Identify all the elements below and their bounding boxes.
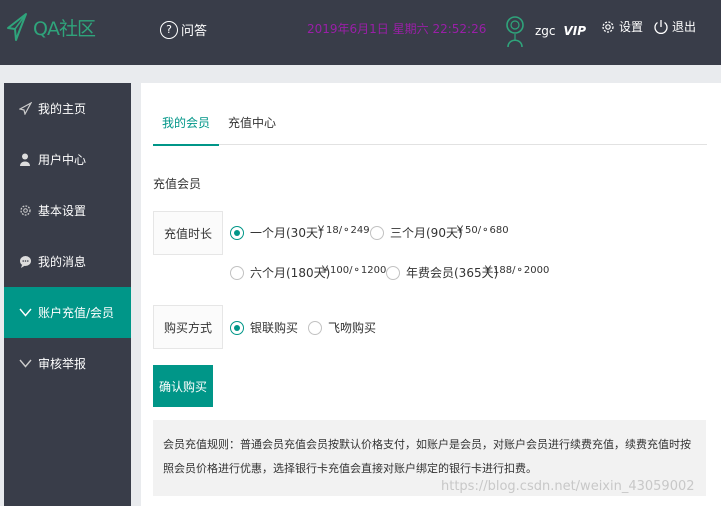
radio-unchecked-icon bbox=[386, 265, 400, 280]
chevron-down-icon bbox=[18, 306, 32, 320]
sidebar-item-messages[interactable]: 我的消息 bbox=[4, 236, 131, 287]
coin-icon: ⚬ bbox=[515, 265, 524, 276]
price-3-months: ￥50/⚬680 bbox=[455, 225, 509, 236]
radio-unchecked-icon bbox=[230, 265, 244, 280]
radio-duration-6-months[interactable]: 六个月(180天) bbox=[230, 264, 330, 281]
radio-label: 银联购买 bbox=[250, 321, 299, 335]
question-circle-icon: ? bbox=[160, 20, 178, 39]
user-icon bbox=[18, 153, 32, 167]
sidebar-item-review-report[interactable]: 审核举报 bbox=[4, 338, 131, 389]
sidebar-item-label: 基本设置 bbox=[38, 204, 87, 218]
price-1-month: ￥18/⚬249 bbox=[316, 225, 370, 236]
sidebar-item-user-center[interactable]: 用户中心 bbox=[4, 134, 131, 185]
site-logo[interactable]: QA社区 bbox=[6, 12, 96, 42]
tab-bar: 我的会员 充值中心 bbox=[153, 101, 707, 146]
radio-duration-1-month[interactable]: 一个月(30天) bbox=[230, 224, 323, 241]
sidebar-item-label: 账户充值/会员 bbox=[38, 306, 115, 320]
top-header: QA社区 ? 问答 2019年6月1日 星期六 22:52:26 zgc VIP… bbox=[0, 0, 721, 65]
duration-label: 充值时长 bbox=[153, 211, 223, 255]
username: zgc bbox=[535, 24, 556, 38]
radio-unchecked-icon bbox=[308, 320, 322, 335]
radio-pay-unionpay[interactable]: 银联购买 bbox=[230, 319, 298, 336]
send-icon bbox=[18, 102, 32, 116]
radio-checked-icon bbox=[230, 225, 244, 240]
price-annual: ￥188/⚬2000 bbox=[483, 265, 550, 276]
main-content: 我的会员 充值中心 充值会员 充值时长 一个月(30天) ￥18/⚬249 三个… bbox=[141, 83, 721, 506]
sidebar-item-label: 用户中心 bbox=[38, 153, 87, 167]
radio-duration-3-months[interactable]: 三个月(90天) bbox=[370, 224, 463, 241]
qa-nav-link[interactable]: ? 问答 bbox=[160, 20, 207, 39]
paper-plane-logo-icon bbox=[7, 13, 27, 41]
radio-checked-icon bbox=[230, 320, 244, 335]
section-title: 充值会员 bbox=[153, 177, 202, 191]
sidebar-item-recharge[interactable]: 账户充值/会员 bbox=[4, 287, 131, 338]
radio-label: 六个月(180天) bbox=[250, 266, 331, 280]
radio-label: 飞吻购买 bbox=[328, 321, 377, 335]
radio-duration-annual[interactable]: 年费会员(365天) bbox=[386, 264, 498, 281]
radio-unchecked-icon bbox=[370, 225, 384, 240]
gear-icon bbox=[18, 204, 32, 218]
tab-my-membership[interactable]: 我的会员 bbox=[153, 101, 220, 146]
current-datetime: 2019年6月1日 星期六 22:52:26 bbox=[307, 22, 487, 36]
sidebar-item-label: 我的主页 bbox=[38, 102, 87, 116]
chat-bubble-icon bbox=[18, 255, 32, 269]
sidebar-nav: 我的主页 用户中心 基本设置 我的消息 账户充值/会员 审核举报 bbox=[4, 83, 131, 506]
payment-method-label: 购买方式 bbox=[153, 305, 223, 349]
sidebar-item-label: 审核举报 bbox=[38, 357, 87, 371]
settings-button[interactable]: 设置 bbox=[600, 18, 643, 35]
gear-icon bbox=[602, 20, 614, 33]
logout-label: 退出 bbox=[672, 20, 697, 34]
sidebar-item-home[interactable]: 我的主页 bbox=[4, 83, 131, 134]
watermark: https://blog.csdn.net/weixin_43059002 bbox=[441, 479, 695, 494]
avatar-icon bbox=[506, 16, 524, 48]
tab-recharge-center[interactable]: 充值中心 bbox=[219, 101, 285, 145]
radio-label: 一个月(30天) bbox=[250, 226, 323, 240]
sidebar-item-label: 我的消息 bbox=[38, 255, 87, 269]
price-6-months: ￥100/⚬1200 bbox=[320, 265, 387, 276]
radio-pay-kiss-coins[interactable]: 飞吻购买 bbox=[308, 319, 376, 336]
coin-icon: ⚬ bbox=[352, 265, 361, 276]
user-info[interactable]: zgc VIP bbox=[505, 14, 586, 48]
confirm-purchase-button[interactable]: 确认购买 bbox=[153, 365, 213, 407]
settings-label: 设置 bbox=[619, 20, 644, 34]
chevron-down-icon bbox=[18, 357, 32, 371]
vip-badge: VIP bbox=[563, 24, 587, 38]
logout-button[interactable]: 退出 bbox=[653, 18, 696, 35]
radio-label: 三个月(90天) bbox=[390, 226, 463, 240]
power-icon bbox=[654, 19, 668, 34]
logo-text: QA社区 bbox=[33, 17, 96, 40]
qa-nav-label: 问答 bbox=[181, 24, 208, 39]
sidebar-item-settings[interactable]: 基本设置 bbox=[4, 185, 131, 236]
